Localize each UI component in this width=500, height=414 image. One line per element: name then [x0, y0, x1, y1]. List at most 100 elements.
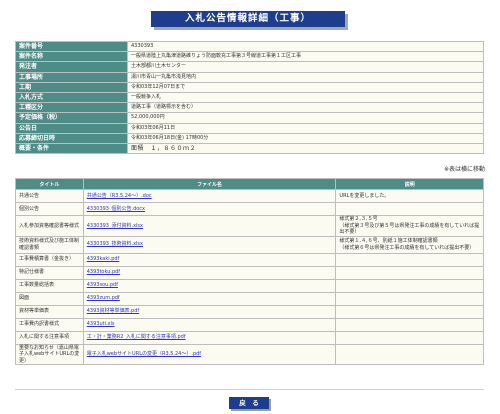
info-row: 概要・条件 面積 １，８６０ｍ２	[15, 142, 484, 155]
file-desc	[335, 202, 484, 216]
file-desc: 様式第１,４,６号、別紙１施工体制確認書類 （様式第６号は県発注工事の成績を有し…	[335, 235, 484, 254]
file-desc: 様式第２,３,５号 （様式第３号及び第５号は県発注工事の成績を有していれば提出不…	[335, 215, 484, 237]
file-desc	[335, 265, 484, 280]
file-row: 特記仕様書 4393toku.pdf	[15, 265, 484, 280]
file-title: 入札に関する注意事項	[15, 330, 84, 345]
info-row: 公告日 令和03年06月11日	[15, 122, 484, 134]
info-label: 案件番号	[15, 40, 128, 53]
file-title: 工事費積算書（金抜き）	[15, 252, 84, 267]
info-row: 案件番号 4330393	[15, 40, 484, 53]
files-header-row: タイトル ファイル名 説明	[15, 178, 484, 190]
back-button-wrap: 戻 る	[229, 397, 271, 411]
file-desc	[335, 330, 484, 345]
file-desc	[335, 304, 484, 319]
page-title: 入札公告情報詳細（工事）	[151, 11, 345, 27]
info-value: 52,000,000円	[127, 112, 484, 124]
info-label: 工期	[15, 81, 128, 93]
col-header-file: ファイル名	[82, 178, 337, 190]
file-row: 図面 4393zum.pdf	[15, 291, 484, 306]
info-label: 入札方式	[15, 91, 128, 104]
file-cell: 共通公告（R3.5.24～）.doc	[82, 189, 337, 203]
file-row: 資材等単価表 4393資材等単価表.pdf	[15, 304, 484, 319]
file-link[interactable]: 工・計・業務R2_入札に関する注意事項.pdf	[87, 334, 186, 340]
file-cell: 4330393_添付資料.xlsx	[82, 215, 337, 237]
info-row: 発注者 土木部都川土木センター	[15, 61, 484, 73]
file-link[interactable]: 4393sou.pdf	[87, 282, 118, 288]
file-desc	[335, 278, 484, 293]
divider	[15, 389, 484, 390]
file-row: 個別公告 4330393_個別公告.docx	[15, 202, 484, 216]
file-link[interactable]: 4393資材等単価表.pdf	[87, 308, 139, 314]
info-row: 工事場所 湯川市青山一丸亀市浅見地内	[15, 71, 484, 83]
file-link[interactable]: 4330393_技術資料.xlsx	[87, 241, 143, 247]
info-value: 面積 １，８６０ｍ２	[127, 142, 484, 155]
file-title: 図面	[15, 291, 84, 306]
col-header-desc: 説明	[335, 178, 484, 190]
file-title: 技術資料様式及び施工体制確認書類	[15, 235, 84, 254]
file-desc	[335, 317, 484, 332]
info-value: 令和03年12月07日まで	[127, 81, 484, 93]
file-link[interactable]: 4393toku.pdf	[87, 269, 120, 275]
file-cell: 4393資材等単価表.pdf	[82, 304, 337, 319]
file-row: 入札参加資格確認書等様式 4330393_添付資料.xlsx 様式第２,３,５号 （…	[15, 215, 484, 237]
back-button[interactable]: 戻 る	[229, 397, 269, 409]
file-title: 入札参加資格確認書等様式	[15, 215, 84, 237]
file-title: 工事数量総括表	[15, 278, 84, 293]
file-title: 工事費内訳書様式	[15, 317, 84, 332]
file-title: 資材等単価表	[15, 304, 84, 319]
file-row: 入札に関する注意事項 工・計・業務R2_入札に関する注意事項.pdf	[15, 330, 484, 345]
info-row: 予定価格（税） 52,000,000円	[15, 112, 484, 124]
file-title: 重要なお知らせ（嘉山県電子入札webサイトURLの変更）	[15, 343, 84, 365]
info-label: 予定価格（税）	[15, 112, 128, 124]
file-link[interactable]: 4330393_個別公告.docx	[87, 206, 145, 212]
file-row: 共通公告 共通公告（R3.5.24～）.doc URLを変更しました。	[15, 189, 484, 203]
file-desc	[335, 252, 484, 267]
file-row: 技術資料様式及び施工体制確認書類 4330393_技術資料.xlsx 様式第１,４,…	[15, 235, 484, 254]
info-row: 応募締切日時 令和03年06月18日(金) 17時00分	[15, 132, 484, 144]
file-title: 共通公告	[15, 189, 84, 203]
info-row: 案件名称 一般県道陸上丸亀津道路維りょう防面軟充工事第３号線道工事第１工区工事	[15, 51, 484, 63]
info-value: 道路工事（道路標示を含む）	[127, 102, 484, 114]
info-value: 土木部都川土木センター	[127, 61, 484, 73]
file-row: 重要なお知らせ（嘉山県電子入札webサイトURLの変更） 電子入札webサイトUR…	[15, 343, 484, 365]
info-value: 湯川市青山一丸亀市浅見地内	[127, 71, 484, 83]
file-link[interactable]: 電子入札webサイトURLの変更（R3.5.24～）.pdf	[87, 351, 201, 357]
file-link[interactable]: 4393uti.xls	[87, 321, 115, 327]
col-header-title: タイトル	[15, 178, 84, 190]
info-label: 概要・条件	[15, 142, 128, 155]
page-title-banner: 入札公告情報詳細（工事）	[151, 11, 348, 30]
file-desc	[335, 291, 484, 306]
file-cell: 4330393_技術資料.xlsx	[82, 235, 337, 254]
file-cell: 電子入札webサイトURLの変更（R3.5.24～）.pdf	[82, 343, 337, 365]
info-row: 入札方式 一般競争入札	[15, 91, 484, 104]
scroll-note: ※表は横に移動	[443, 166, 485, 173]
file-cell: 4330393_個別公告.docx	[82, 202, 337, 216]
info-row: 工種区分 道路工事（道路標示を含む）	[15, 102, 484, 114]
file-link[interactable]: 共通公告（R3.5.24～）.doc	[87, 193, 152, 199]
files-table: タイトル ファイル名 説明 共通公告 共通公告（R3.5.24～）.doc URLを…	[15, 178, 484, 365]
info-value: 一般競争入札	[127, 91, 484, 104]
file-desc	[335, 343, 484, 365]
file-link[interactable]: 4393kaki.pdf	[87, 256, 120, 262]
file-row: 工事数量総括表 4393sou.pdf	[15, 278, 484, 293]
info-label: 工事場所	[15, 71, 128, 83]
info-row: 工期 令和03年12月07日まで	[15, 81, 484, 93]
file-cell: 4393toku.pdf	[82, 265, 337, 280]
file-link[interactable]: 4330393_添付資料.xlsx	[87, 223, 143, 229]
file-cell: 4393sou.pdf	[82, 278, 337, 293]
info-value: 一般県道陸上丸亀津道路維りょう防面軟充工事第３号線道工事第１工区工事	[127, 51, 484, 63]
file-row: 工事費積算書（金抜き） 4393kaki.pdf	[15, 252, 484, 267]
info-label: 公告日	[15, 122, 128, 134]
info-label: 案件名称	[15, 51, 128, 63]
file-cell: 4393kaki.pdf	[82, 252, 337, 267]
info-label: 応募締切日時	[15, 132, 128, 144]
file-title: 特記仕様書	[15, 265, 84, 280]
file-cell: 4393zum.pdf	[82, 291, 337, 306]
file-link[interactable]: 4393zum.pdf	[87, 295, 120, 301]
file-cell: 工・計・業務R2_入札に関する注意事項.pdf	[82, 330, 337, 345]
info-table: 案件番号 4330393 案件名称 一般県道陸上丸亀津道路維りょう防面軟充工事第３号線…	[15, 40, 484, 155]
file-title: 個別公告	[15, 202, 84, 216]
info-value: 令和03年06月18日(金) 17時00分	[127, 132, 484, 144]
info-label: 工種区分	[15, 102, 128, 114]
file-cell: 4393uti.xls	[82, 317, 337, 332]
